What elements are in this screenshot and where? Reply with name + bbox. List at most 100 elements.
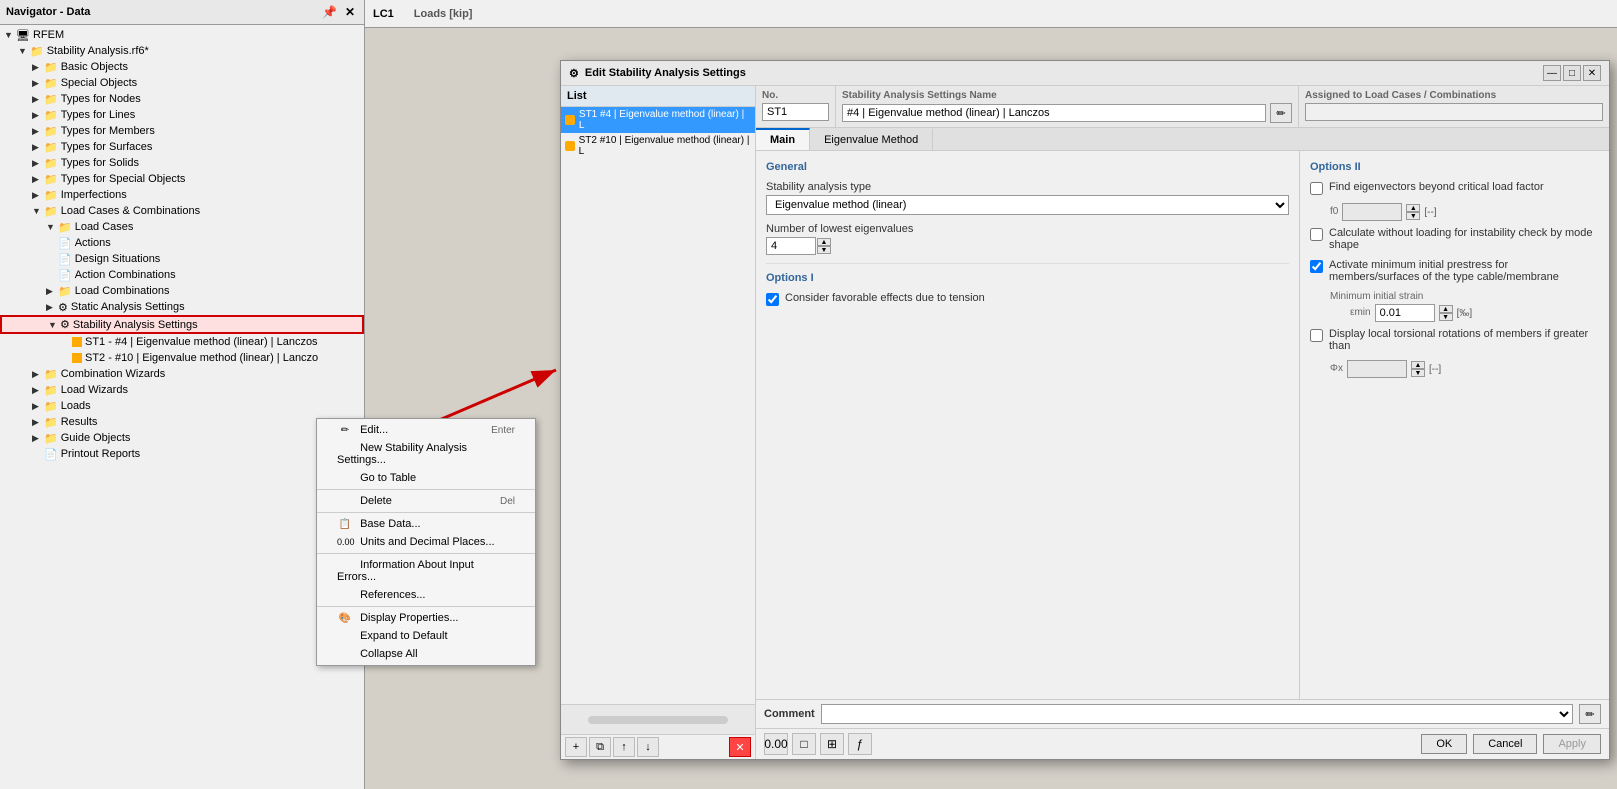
sidebar-item-types-nodes[interactable]: ▶ 📁 Types for Nodes [0, 91, 364, 107]
sidebar-item-action-combinations[interactable]: 📄 Action Combinations [0, 267, 364, 283]
sidebar-item-guide-objects[interactable]: ▶ 📁 Guide Objects [0, 430, 364, 446]
comment-edit-button[interactable]: ✏ [1579, 704, 1601, 724]
spinbox-up[interactable]: ▲ [817, 238, 831, 246]
tab-eigenvalue[interactable]: Eigenvalue Method [810, 128, 933, 150]
apply-button[interactable]: Apply [1543, 734, 1601, 754]
sidebar-item-printout-reports[interactable]: 📄 Printout Reports [0, 446, 364, 462]
ctx-new-stability[interactable]: New Stability Analysis Settings... [317, 439, 535, 469]
f0-input[interactable] [1342, 203, 1402, 221]
expand-icon [46, 254, 56, 264]
list-move-down-button[interactable]: ↓ [637, 737, 659, 757]
minimize-button[interactable]: — [1543, 65, 1561, 81]
folder-icon: 📁 [58, 285, 72, 298]
emin-down[interactable]: ▼ [1439, 313, 1453, 321]
sidebar-item-load-wizards[interactable]: ▶ 📁 Load Wizards [0, 382, 364, 398]
phix-input[interactable] [1347, 360, 1407, 378]
no-input[interactable] [762, 103, 829, 121]
expand-icon [32, 449, 42, 459]
sidebar-item-results[interactable]: ▶ 📁 Results [0, 414, 364, 430]
f0-down[interactable]: ▼ [1406, 212, 1420, 220]
emin-input[interactable] [1375, 304, 1435, 322]
list-add-button[interactable]: + [565, 737, 587, 757]
navigator-header-icons: 📌 ✕ [319, 4, 358, 20]
sidebar-item-types-solids[interactable]: ▶ 📁 Types for Solids [0, 155, 364, 171]
phix-down[interactable]: ▼ [1411, 369, 1425, 377]
st1-color-dot [72, 337, 82, 347]
folder-icon: 📁 [44, 61, 58, 74]
list-scrollbar[interactable] [588, 716, 728, 724]
name-input[interactable] [842, 104, 1266, 122]
sidebar-item-st2[interactable]: ST2 - #10 | Eigenvalue method (linear) |… [0, 350, 364, 366]
prestress-checkbox[interactable] [1310, 260, 1323, 273]
eigenvectors-checkbox[interactable] [1310, 182, 1323, 195]
ctx-base-data[interactable]: 📋 Base Data... [317, 515, 535, 533]
expand-icon: ▶ [32, 190, 42, 201]
eigenvalues-input[interactable] [766, 237, 816, 255]
sidebar-item-imperfections[interactable]: ▶ 📁 Imperfections [0, 187, 364, 203]
sidebar-item-stability-analysis[interactable]: ▼ ⚙ Stability Analysis Settings [0, 315, 364, 334]
ctx-units[interactable]: 0.00 Units and Decimal Places... [317, 533, 535, 551]
stability-type-select[interactable]: Eigenvalue method (linear) Eigenvalue me… [766, 195, 1289, 215]
toolbar-icon-3[interactable]: ⊞ [820, 733, 844, 755]
ctx-edit[interactable]: ✏ Edit... Enter [317, 421, 535, 439]
torsional-checkbox[interactable] [1310, 329, 1323, 342]
sidebar-item-types-surfaces[interactable]: ▶ 📁 Types for Surfaces [0, 139, 364, 155]
sidebar-item-load-cases-combinations[interactable]: ▼ 📁 Load Cases & Combinations [0, 203, 364, 219]
sidebar-item-types-special[interactable]: ▶ 📁 Types for Special Objects [0, 171, 364, 187]
ctx-display-properties[interactable]: 🎨 Display Properties... [317, 609, 535, 627]
sidebar-item-loads[interactable]: ▶ 📁 Loads [0, 398, 364, 414]
toolbar-icon-2[interactable]: □ [792, 733, 816, 755]
pin-icon[interactable]: 📌 [319, 4, 340, 20]
maximize-button[interactable]: □ [1563, 65, 1581, 81]
ctx-collapse-all[interactable]: Collapse All [317, 645, 535, 663]
toolbar-icon-1[interactable]: 0.00 [764, 733, 788, 755]
sidebar-item-static-analysis[interactable]: ▶ ⚙ Static Analysis Settings [0, 299, 364, 315]
sidebar-item-load-cases[interactable]: ▼ 📁 Load Cases [0, 219, 364, 235]
settings-body: General Stability analysis type Eigenval… [756, 151, 1609, 699]
sidebar-item-actions[interactable]: 📄 Actions [0, 235, 364, 251]
loads-label: Loads [kip] [414, 8, 473, 20]
tree-item-root[interactable]: ▼ 📁 Stability Analysis.rf6* [0, 43, 364, 59]
list-delete-button[interactable]: ✕ [729, 737, 751, 757]
ctx-references[interactable]: References... [317, 586, 535, 604]
list-item-st2[interactable]: ST2 #10 | Eigenvalue method (linear) | L [561, 133, 755, 159]
ctx-info-errors[interactable]: Information About Input Errors... [317, 556, 535, 586]
toolbar-icon-4[interactable]: ƒ [848, 733, 872, 755]
col-name: Stability Analysis Settings Name ✏ [836, 86, 1299, 127]
sidebar-item-special-objects[interactable]: ▶ 📁 Special Objects [0, 75, 364, 91]
sidebar-item-basic-objects[interactable]: ▶ 📁 Basic Objects [0, 59, 364, 75]
spinbox-down[interactable]: ▼ [817, 246, 831, 254]
name-edit-button[interactable]: ✏ [1270, 103, 1292, 123]
cancel-button[interactable]: Cancel [1473, 734, 1537, 754]
folder-icon: 📁 [44, 125, 58, 138]
ctx-expand-default[interactable]: Expand to Default [317, 627, 535, 645]
assigned-input[interactable] [1305, 103, 1603, 121]
phix-up[interactable]: ▲ [1411, 361, 1425, 369]
list-move-up-button[interactable]: ↑ [613, 737, 635, 757]
emin-up[interactable]: ▲ [1439, 305, 1453, 313]
ctx-go-to-table[interactable]: Go to Table [317, 469, 535, 487]
expand-icon [60, 353, 70, 363]
expand-icon: ▶ [32, 142, 42, 153]
comment-select[interactable] [821, 704, 1573, 724]
sidebar-item-load-combinations[interactable]: ▶ 📁 Load Combinations [0, 283, 364, 299]
sidebar-item-types-members[interactable]: ▶ 📁 Types for Members [0, 123, 364, 139]
f0-up[interactable]: ▲ [1406, 204, 1420, 212]
st2-color-dot [72, 353, 82, 363]
list-item-st1[interactable]: ST1 #4 | Eigenvalue method (linear) | L [561, 107, 755, 133]
list-copy-button[interactable]: ⧉ [589, 737, 611, 757]
tab-main[interactable]: Main [756, 128, 810, 150]
sidebar-item-st1[interactable]: ST1 - #4 | Eigenvalue method (linear) | … [0, 334, 364, 350]
sidebar-item-design-situations[interactable]: 📄 Design Situations [0, 251, 364, 267]
tree-item-rfem[interactable]: ▼ 🖥 RFEM [0, 27, 364, 43]
close-button[interactable]: ✕ [1583, 65, 1601, 81]
item-label: Design Situations [75, 253, 161, 265]
ctx-delete[interactable]: Delete Del [317, 492, 535, 510]
top-bar: LC1 Loads [kip] [365, 0, 1617, 28]
sidebar-item-types-lines[interactable]: ▶ 📁 Types for Lines [0, 107, 364, 123]
no-loading-checkbox[interactable] [1310, 228, 1323, 241]
ok-button[interactable]: OK [1421, 734, 1467, 754]
sidebar-item-combination-wizards[interactable]: ▶ 📁 Combination Wizards [0, 366, 364, 382]
tension-checkbox[interactable] [766, 293, 779, 306]
close-icon[interactable]: ✕ [342, 4, 358, 20]
